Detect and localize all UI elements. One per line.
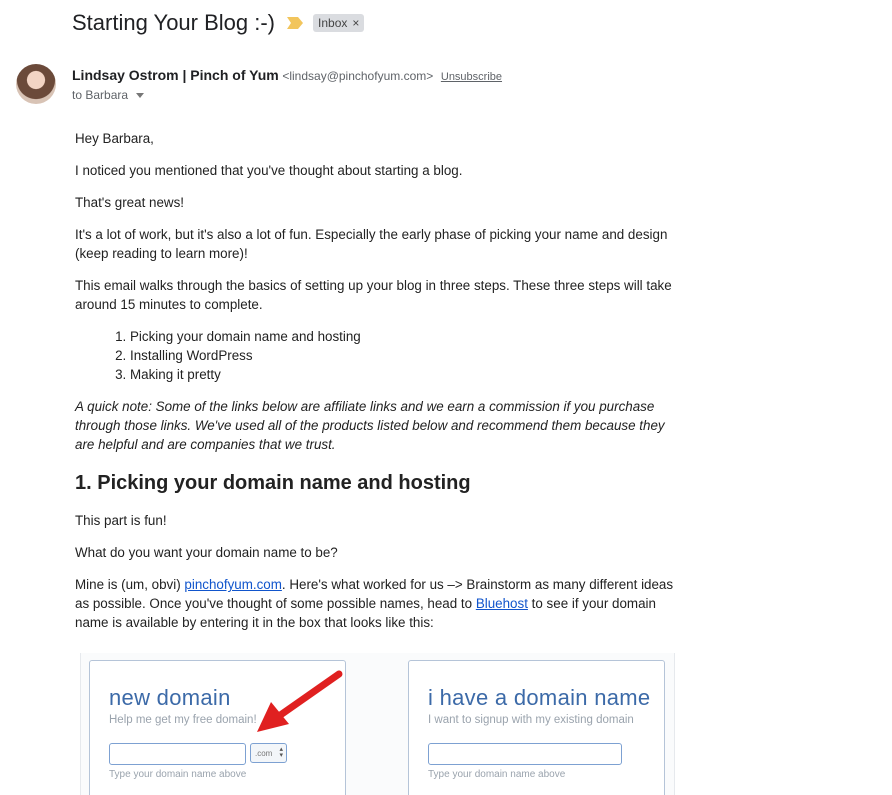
paragraph: That's great news! (75, 195, 184, 210)
email-subject: Starting Your Blog :-) (72, 10, 276, 35)
paragraph: Mine is (um, obvi) pinchofyum.com. Here'… (75, 575, 680, 632)
recipient-text: to Barbara (72, 88, 129, 102)
card-subtitle: I want to signup with my existing domain (428, 714, 634, 726)
unsubscribe-link[interactable]: Unsubscribe (441, 71, 502, 83)
card-subtitle: Help me get my free domain! (109, 714, 257, 726)
card-hint: Type your domain name above (428, 769, 566, 780)
section-heading: 1. Picking your domain name and hosting (75, 472, 471, 494)
pinchofyum-link[interactable]: pinchofyum.com (184, 577, 282, 592)
domain-input-box (109, 743, 246, 765)
sender-line: Lindsay Ostrom | Pinch of Yum <lindsay@p… (72, 67, 502, 83)
sender-avatar[interactable] (16, 64, 56, 104)
card-title: new domain (109, 685, 231, 710)
tld-value: .com (255, 748, 273, 758)
recipient-line[interactable]: to Barbara (72, 88, 145, 102)
list-item: Making it pretty (130, 365, 680, 384)
paragraph: I noticed you mentioned that you've thou… (75, 163, 463, 178)
inbox-label-chip[interactable]: Inbox × (313, 14, 365, 32)
card-title: i have a domain name (428, 685, 651, 710)
card-hint: Type your domain name above (109, 769, 247, 780)
steps-list: Picking your domain name and hosting Ins… (75, 327, 680, 384)
sender-name: Lindsay Ostrom | Pinch of Yum (72, 67, 279, 83)
list-item: Installing WordPress (130, 346, 680, 365)
red-arrow-icon (257, 670, 343, 732)
text-span: Mine is (um, obvi) (75, 577, 185, 592)
domain-input-box (428, 743, 622, 765)
chevron-down-icon[interactable] (136, 92, 145, 98)
sender-email: <lindsay@pinchofyum.com> (282, 69, 434, 83)
message-body: Hey Barbara, I noticed you mentioned tha… (75, 129, 680, 645)
greeting: Hey Barbara, (75, 131, 154, 146)
paragraph: This part is fun! (75, 513, 167, 528)
label-text: Inbox (318, 16, 348, 30)
subject-row: Starting Your Blog :-) Inbox × (72, 8, 365, 38)
remove-label-icon[interactable]: × (352, 16, 359, 30)
select-arrows-icon: ▴ ▾ (279, 746, 283, 759)
paragraph: What do you want your domain name to be? (75, 545, 338, 560)
paragraph: It's a lot of work, but it's also a lot … (75, 227, 668, 261)
bluehost-link[interactable]: Bluehost (476, 596, 528, 611)
paragraph: This email walks through the basics of s… (75, 278, 672, 312)
embedded-domain-image: new domain Help me get my free domain! .… (80, 653, 675, 795)
affiliate-note: A quick note: Some of the links below ar… (75, 399, 665, 452)
existing-domain-card: i have a domain name I want to signup wi… (408, 660, 665, 795)
tld-select: .com ▴ ▾ (250, 743, 287, 763)
list-item: Picking your domain name and hosting (130, 327, 680, 346)
importance-marker-icon[interactable] (287, 17, 304, 29)
